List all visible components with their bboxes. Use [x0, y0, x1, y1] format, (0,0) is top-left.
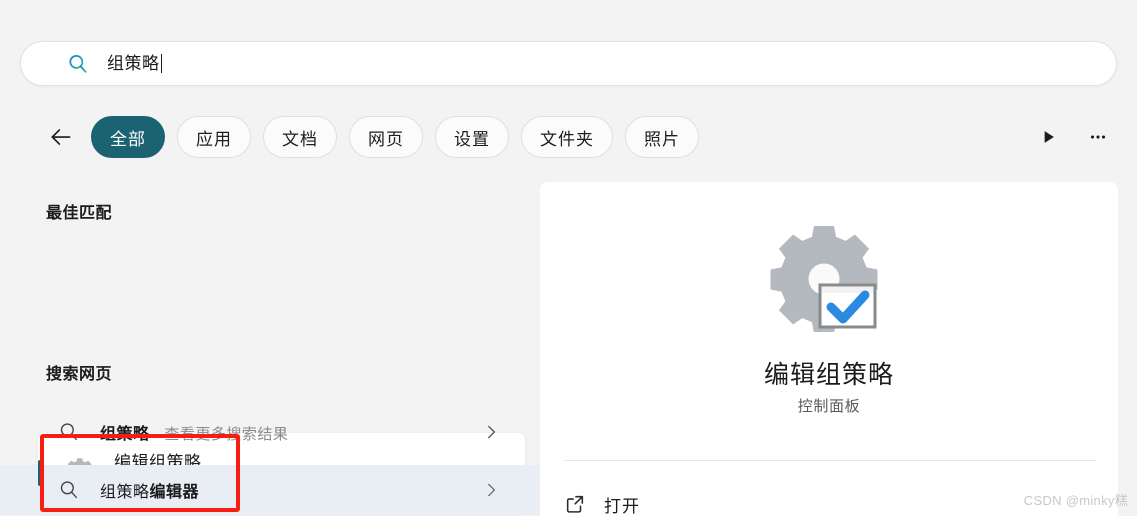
results-list-column: 最佳匹配 编辑组策略 控制面板 搜索网页 [0, 182, 540, 516]
tab-settings-label: 设置 [454, 129, 490, 149]
tab-web-label: 网页 [368, 129, 404, 149]
more-ellipsis-icon[interactable] [1080, 119, 1116, 155]
open-action-label: 打开 [604, 496, 640, 516]
web-result-query-1: 组策略 [100, 484, 150, 501]
chevron-right-icon[interactable] [482, 481, 500, 499]
tab-all[interactable]: 全部 [91, 116, 165, 158]
filter-tab-row: 全部 应用 文档 网页 设置 文件夹 照片 [46, 113, 1116, 161]
gear-checkbox-large-icon [770, 220, 888, 333]
tab-photos[interactable]: 照片 [625, 116, 699, 158]
tab-documents[interactable]: 文档 [263, 116, 337, 158]
search-icon [67, 53, 89, 75]
tab-documents-label: 文档 [282, 129, 318, 149]
best-match-heading: 最佳匹配 [46, 205, 113, 222]
search-bar[interactable]: 组策略 [20, 41, 1117, 86]
tab-web[interactable]: 网页 [349, 116, 423, 158]
preview-title: 编辑组策略 [763, 361, 894, 389]
search-value: 组策略 [107, 54, 160, 73]
chevron-right-icon[interactable] [482, 423, 500, 441]
open-external-icon [564, 493, 586, 515]
back-arrow-icon[interactable] [46, 122, 76, 152]
tab-apps-label: 应用 [196, 129, 232, 149]
web-result-label-0: 组策略 - 查看更多搜索结果 [100, 420, 288, 444]
magnifier-icon [58, 421, 80, 443]
search-input[interactable]: 组策略 [107, 54, 162, 73]
preview-panel: 编辑组策略 控制面板 打开 [540, 182, 1118, 516]
tab-photos-label: 照片 [644, 129, 680, 149]
web-result-row-0[interactable]: 组策略 - 查看更多搜索结果 [0, 407, 540, 457]
web-search-heading: 搜索网页 [46, 366, 113, 383]
web-result-row-1[interactable]: 组策略编辑器 [0, 465, 540, 515]
tab-folders-label: 文件夹 [540, 129, 594, 149]
tab-apps[interactable]: 应用 [177, 116, 251, 158]
tab-folders[interactable]: 文件夹 [521, 116, 613, 158]
web-result-query-0: 组策略 [100, 426, 150, 443]
preview-divider [564, 460, 1096, 461]
play-triangle-icon[interactable] [1030, 119, 1066, 155]
web-result-label-1: 组策略编辑器 [100, 478, 199, 502]
web-result-suffix-1: 编辑器 [149, 484, 200, 501]
web-result-suffix-0: - 查看更多搜索结果 [149, 426, 289, 443]
search-results-content: 最佳匹配 编辑组策略 控制面板 搜索网页 [0, 182, 1137, 516]
magnifier-icon [58, 479, 80, 501]
preview-subtitle: 控制面板 [797, 398, 861, 415]
selection-indicator-bar [38, 460, 42, 486]
open-action-button[interactable]: 打开 [564, 482, 640, 516]
text-cursor [160, 54, 162, 73]
tab-all-label: 全部 [110, 129, 146, 149]
tab-settings[interactable]: 设置 [435, 116, 509, 158]
watermark: CSDN @minky糕 [1023, 493, 1128, 508]
search-input-container[interactable]: 组策略 [20, 41, 1117, 86]
